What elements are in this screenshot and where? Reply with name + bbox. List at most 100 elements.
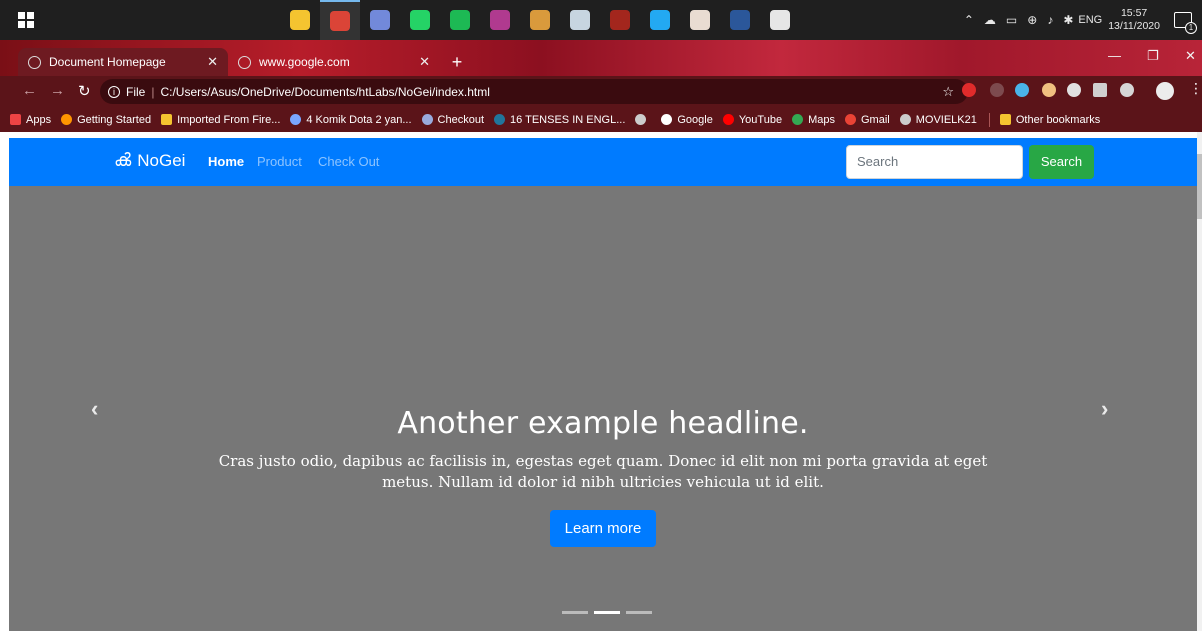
taskbar-app[interactable] — [440, 0, 480, 40]
bookmark-item[interactable]: YouTube — [722, 114, 782, 126]
puzzle-icon[interactable] — [1120, 83, 1134, 97]
carousel-indicators — [559, 611, 655, 614]
more-menu-icon[interactable]: ⋮ — [1189, 80, 1202, 97]
search-input[interactable]: Search — [846, 145, 1023, 179]
spotify-icon — [450, 10, 470, 30]
network-icon[interactable]: ☁ — [984, 13, 996, 27]
bookmark-label: Imported From Fire... — [177, 113, 281, 126]
extension-icon[interactable] — [1015, 83, 1029, 97]
other-bookmarks-label: Other bookmarks — [1015, 113, 1101, 126]
nav-link-check-out[interactable]: Check Out — [318, 154, 379, 169]
taskbar-app[interactable] — [280, 0, 320, 40]
globe-icon[interactable]: ⊕ — [1027, 13, 1037, 27]
taskbar-app[interactable] — [600, 0, 640, 40]
tab-google[interactable]: www.google.com ✕ — [228, 48, 440, 76]
clock-date: 13/11/2020 — [1108, 20, 1160, 32]
bookmark-item[interactable]: Gmail — [845, 114, 890, 126]
windows-taskbar: ⌃ ☁ ▭ ⊕ ♪ ✱ ENG 15:57 13/11/2020 1 — [0, 0, 1202, 40]
taskbar-app[interactable] — [680, 0, 720, 40]
extension-icon[interactable] — [1093, 83, 1107, 97]
extension-icon[interactable] — [962, 83, 976, 97]
youtube-icon — [722, 114, 734, 125]
battery-icon[interactable]: ▭ — [1006, 13, 1017, 27]
bookmark-label: MOVIELK21 — [915, 113, 977, 126]
taskbar-app[interactable] — [560, 0, 600, 40]
taskbar-app[interactable] — [640, 0, 680, 40]
bookmark-item[interactable]: Google — [661, 114, 713, 126]
notification-icon[interactable]: 1 — [1174, 12, 1197, 34]
nav-link-home[interactable]: Home — [208, 154, 244, 169]
steam-icon — [570, 10, 590, 30]
taskbar-app[interactable] — [360, 0, 400, 40]
window-close-icon[interactable]: ✕ — [1185, 48, 1196, 64]
gmail-icon — [845, 114, 856, 125]
language-indicator[interactable]: ENG — [1078, 14, 1102, 26]
carousel-indicator[interactable] — [626, 611, 652, 614]
globe-icon — [899, 114, 911, 125]
whatsapp-icon — [410, 10, 430, 30]
other-bookmarks[interactable]: Other bookmarks — [999, 113, 1101, 126]
new-tab-button[interactable]: + — [447, 52, 467, 72]
maps-icon — [792, 114, 804, 125]
google-icon — [661, 114, 673, 125]
restore-icon[interactable]: ❐ — [1147, 48, 1159, 64]
bookmark-star-icon[interactable]: ☆ — [942, 84, 954, 100]
windows-start-icon[interactable] — [18, 12, 34, 28]
taskbar-app[interactable] — [480, 0, 520, 40]
address-bar[interactable]: i File | C:/Users/Asus/OneDrive/Document… — [100, 79, 968, 104]
brand-name: NoGei — [137, 150, 186, 170]
bookmark-item[interactable]: Maps — [792, 114, 835, 126]
bookmark-item[interactable]: Getting Started — [61, 114, 151, 126]
reload-icon[interactable]: ↻ — [78, 82, 91, 100]
taskbar-app[interactable] — [400, 0, 440, 40]
bookmark-item[interactable]: Checkout — [421, 114, 484, 126]
carousel-caption: Another example headline. Cras justo odi… — [9, 406, 1197, 547]
nav-link-product[interactable]: Product — [257, 154, 302, 169]
carousel-indicator[interactable] — [594, 611, 620, 614]
bookmark-item[interactable]: 4 Komik Dota 2 yan... — [290, 113, 412, 126]
taskbar-app[interactable] — [720, 0, 760, 40]
taskbar-app[interactable] — [760, 0, 800, 40]
back-icon[interactable]: ← — [22, 82, 37, 99]
system-tray: ⌃ ☁ ▭ ⊕ ♪ ✱ ENG 15:57 13/11/2020 1 — [959, 0, 1202, 40]
address-scheme: File — [126, 84, 146, 99]
vscode-icon — [650, 10, 670, 30]
close-icon[interactable]: ✕ — [207, 54, 218, 70]
media-icon — [770, 10, 790, 30]
bluetooth-icon[interactable]: ✱ — [1063, 13, 1073, 27]
extension-icon[interactable] — [1067, 83, 1081, 97]
search-button[interactable]: Search — [1029, 145, 1094, 179]
bookmark-label: 4 Komik Dota 2 yan... — [306, 113, 412, 126]
page-scrollbar[interactable] — [1197, 132, 1202, 631]
close-icon[interactable]: ✕ — [419, 54, 430, 70]
browser-tab-strip: Document Homepage ✕ www.google.com ✕ + — [0, 40, 1202, 76]
address-separator: | — [151, 84, 155, 99]
profile-avatar[interactable] — [1156, 82, 1174, 100]
extension-icon[interactable] — [1042, 83, 1056, 97]
learn-more-button[interactable]: Learn more — [549, 510, 657, 547]
brand-logo[interactable]: ൿ NoGei — [114, 150, 185, 171]
winrar-icon — [490, 10, 510, 30]
bookmark-item[interactable]: Imported From Fire... — [161, 114, 280, 126]
minimize-icon[interactable]: — — [1108, 48, 1121, 63]
clock[interactable]: 15:57 13/11/2020 — [1108, 7, 1160, 33]
forward-icon[interactable]: → — [50, 82, 65, 99]
bookmark-item[interactable] — [635, 114, 651, 125]
tab-document-homepage[interactable]: Document Homepage ✕ — [18, 48, 228, 76]
taskbar-app[interactable] — [520, 0, 560, 40]
scrollbar-thumb[interactable] — [1197, 154, 1202, 219]
bookmark-label: Gmail — [861, 113, 890, 126]
carousel-text: Cras justo odio, dapibus ac facilisis in… — [218, 452, 988, 491]
bookmark-item[interactable]: Apps — [10, 114, 51, 126]
taskbar-apps — [280, 0, 800, 40]
extension-icon[interactable] — [990, 83, 1004, 97]
taskbar-app[interactable] — [320, 0, 360, 40]
volume-icon[interactable]: ♪ — [1047, 13, 1053, 27]
bookmark-item[interactable]: MOVIELK21 — [899, 113, 977, 126]
chevron-up-icon[interactable]: ⌃ — [964, 13, 974, 27]
bookmark-separator — [988, 112, 990, 127]
bookmark-item[interactable]: 16 TENSES IN ENGL... — [494, 114, 625, 126]
carousel-indicator[interactable] — [562, 611, 588, 614]
bookmark-label: Getting Started — [77, 113, 152, 126]
info-icon[interactable]: i — [108, 85, 120, 98]
